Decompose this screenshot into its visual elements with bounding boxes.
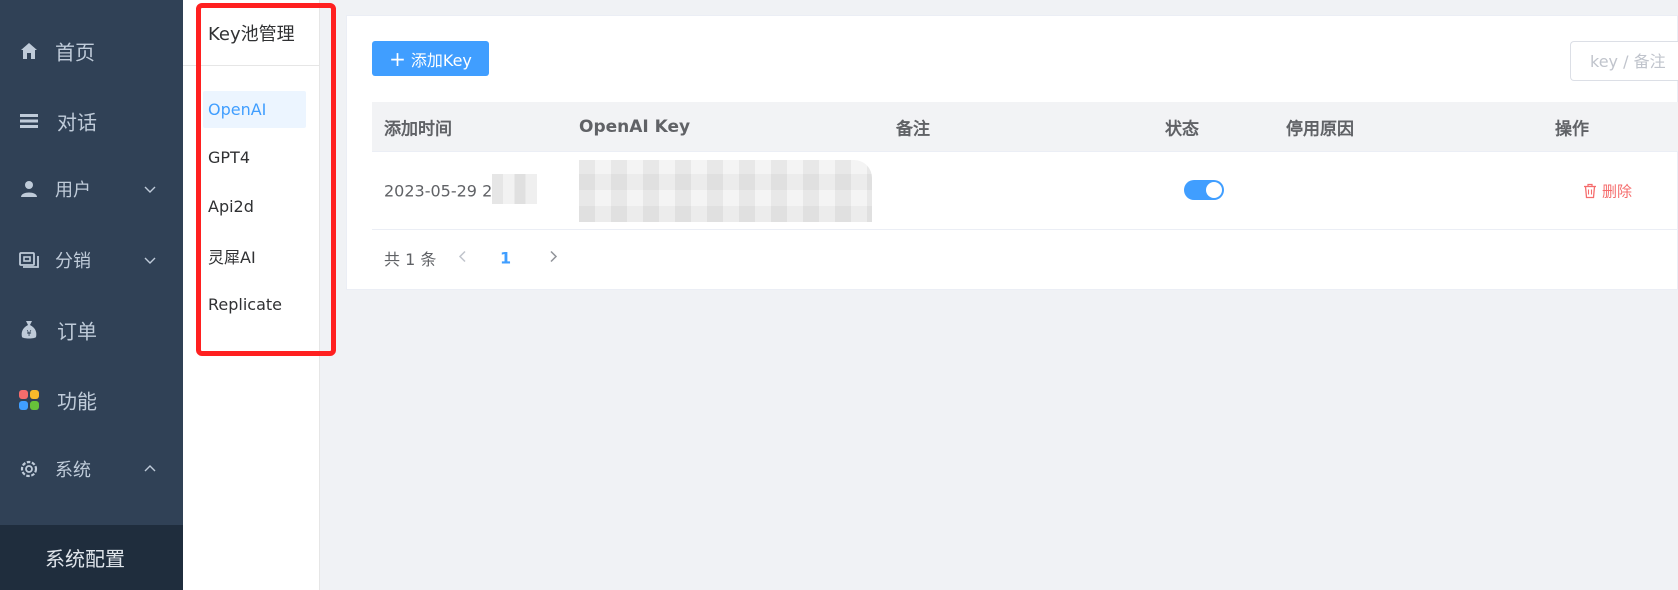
table-header: 添加时间 OpenAI Key 备注 状态 停用原因 操作: [372, 102, 1678, 152]
sidebar-item-features[interactable]: 功能: [0, 372, 183, 428]
column-header-time: 添加时间: [384, 119, 452, 139]
provider-item-openai[interactable]: OpenAI: [203, 91, 306, 128]
sidebar-item-system[interactable]: 系统: [0, 441, 183, 497]
sidebar-item-label: 系统: [55, 460, 91, 481]
redacted-time-block: [492, 174, 537, 204]
page-number-current[interactable]: 1: [500, 249, 511, 268]
column-header-note: 备注: [896, 119, 930, 139]
sidebar-item-label: 用户: [55, 180, 91, 201]
chevron-down-icon: [142, 252, 158, 268]
home-icon: [17, 39, 41, 63]
column-header-status: 状态: [1165, 119, 1199, 139]
user-icon: [17, 177, 41, 201]
pagination-total: 共 1 条: [384, 250, 437, 269]
chevron-down-icon: [142, 181, 158, 197]
delete-label: 删除: [1602, 182, 1633, 200]
provider-item-api2d[interactable]: Api2d: [203, 188, 306, 225]
table-row: 2023-05-29 23 删除: [372, 152, 1678, 230]
status-toggle[interactable]: [1184, 180, 1224, 200]
column-header-key: OpenAI Key: [579, 116, 691, 137]
sidebar-item-chat[interactable]: 对话: [0, 93, 183, 149]
search-input[interactable]: [1570, 41, 1678, 81]
redacted-key-block: [579, 160, 872, 222]
svg-text:¥: ¥: [26, 329, 31, 338]
sidebar-item-distribution[interactable]: 分销: [0, 232, 183, 288]
sidebar-item-label: 功能: [57, 389, 97, 414]
money-bag-icon: ¥: [17, 318, 41, 342]
divider: [183, 65, 320, 66]
key-pool-panel: Key池管理 OpenAI GPT4 Api2d 灵犀AI Replicate: [183, 0, 320, 590]
sidebar-item-orders[interactable]: ¥ 订单: [0, 302, 183, 358]
sidebar-item-users[interactable]: 用户: [0, 161, 183, 217]
trash-icon: [1584, 183, 1596, 198]
distribution-icon: [17, 248, 41, 272]
toggle-knob: [1206, 182, 1222, 198]
sidebar-subitem-system-config[interactable]: 系统配置: [0, 525, 183, 590]
sidebar-item-label: 首页: [55, 40, 95, 65]
provider-item-lingxi[interactable]: 灵犀AI: [203, 237, 306, 274]
sidebar-subitem-label: 系统配置: [45, 547, 125, 571]
gear-icon: [17, 457, 41, 481]
chevron-right-icon[interactable]: [547, 249, 559, 268]
sidebar-item-home[interactable]: 首页: [0, 23, 183, 79]
provider-item-replicate[interactable]: Replicate: [203, 286, 306, 323]
plus-icon: +: [389, 46, 406, 71]
sidebar: 首页 对话 用户 分销 ¥ 订单 功能 系统 系统配置: [0, 0, 183, 590]
key-pool-title: Key池管理: [208, 24, 295, 45]
grid-apps-icon: [17, 388, 41, 412]
chevron-up-icon: [142, 461, 158, 477]
cell-time: 2023-05-29 23: [384, 181, 503, 200]
provider-item-gpt4[interactable]: GPT4: [203, 139, 306, 176]
sidebar-item-label: 订单: [57, 319, 97, 344]
column-header-action: 操作: [1555, 119, 1589, 139]
chevron-left-icon[interactable]: [457, 249, 469, 268]
pagination: 共 1 条 1: [372, 230, 772, 286]
sidebar-item-label: 对话: [57, 110, 97, 135]
app-root: 首页 对话 用户 分销 ¥ 订单 功能 系统 系统配置 Key池管理 OpenA…: [0, 0, 1678, 590]
delete-button[interactable]: 删除: [1583, 180, 1632, 201]
column-header-reason: 停用原因: [1286, 119, 1354, 139]
list-icon: [17, 109, 41, 133]
add-key-label: 添加Key: [410, 50, 472, 70]
add-key-button[interactable]: + 添加Key: [372, 41, 489, 76]
sidebar-item-label: 分销: [55, 251, 91, 272]
key-list-card: + 添加Key 添加时间 OpenAI Key 备注 状态 停用原因 操作 20…: [346, 15, 1678, 290]
